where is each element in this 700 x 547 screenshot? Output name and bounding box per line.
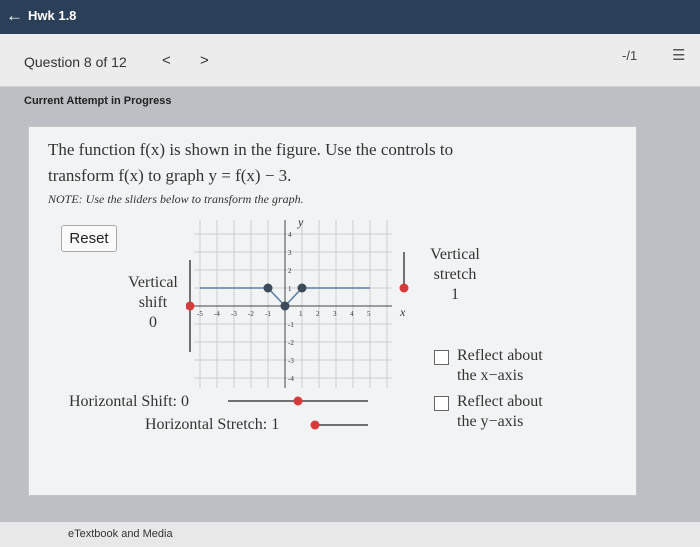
etextbook-link[interactable]: eTextbook and Media bbox=[68, 528, 173, 540]
reset-button[interactable]: Reset bbox=[61, 225, 117, 252]
reflect-x-label2: the x−axis bbox=[457, 367, 524, 384]
question-counter: Question 8 of 12 bbox=[24, 54, 127, 70]
assignment-title: Hwk 1.8 bbox=[28, 8, 77, 23]
x-tick-label: -3 bbox=[231, 310, 237, 318]
x-tick-label: 3 bbox=[333, 310, 337, 318]
horizontal-shift-slider[interactable] bbox=[226, 394, 370, 408]
vertical-stretch-value: 1 bbox=[451, 286, 459, 303]
x-tick-label: -4 bbox=[214, 310, 220, 318]
vertical-stretch-slider-handle[interactable] bbox=[399, 283, 409, 293]
x-tick-label: 2 bbox=[316, 310, 320, 318]
vertical-shift-slider-handle[interactable] bbox=[186, 301, 195, 311]
x-tick-label: 5 bbox=[367, 310, 371, 318]
function-control-point[interactable] bbox=[297, 283, 307, 293]
reflect-y-label: Reflect about bbox=[457, 393, 543, 410]
y-tick-label: -2 bbox=[288, 339, 294, 347]
vertical-shift-label: Vertical bbox=[128, 274, 178, 291]
y-tick-label: -1 bbox=[288, 321, 294, 329]
problem-text-line2: transform f(x) to graph y = f(x) − 3. bbox=[48, 166, 292, 185]
x-tick-label: -1 bbox=[265, 310, 271, 318]
y-tick-label: -4 bbox=[288, 375, 294, 383]
reflect-x-label: Reflect about bbox=[457, 347, 543, 364]
vertical-shift-label2: shift bbox=[138, 294, 168, 311]
top-bar: ← Hwk 1.8 bbox=[0, 0, 700, 34]
arrow-left-icon[interactable]: ← bbox=[6, 6, 23, 26]
problem-text-line1: The function f(x) is shown in the figure… bbox=[48, 140, 454, 159]
horizontal-stretch-slider[interactable] bbox=[308, 418, 370, 432]
horizontal-shift-label: Horizontal Shift: 0 bbox=[69, 393, 189, 410]
problem-note: NOTE: Use the sliders below to transform… bbox=[48, 192, 304, 206]
function-graph: y x -5 -4 -3 -2 -1 1 2 3 4 5 4 3 2 1 -1 -2 -3 -4 bbox=[186, 215, 409, 388]
question-bar: Question 8 of 12 < > -/1 ☰ bbox=[0, 34, 700, 87]
reflect-y-checkbox[interactable] bbox=[434, 396, 449, 411]
y-tick-label: 4 bbox=[288, 231, 292, 239]
attempt-status: Current Attempt in Progress bbox=[24, 95, 172, 107]
vertical-stretch-label: Vertical bbox=[430, 246, 480, 263]
next-question-button[interactable]: > bbox=[200, 52, 209, 69]
y-tick-label: 3 bbox=[288, 249, 292, 257]
y-tick-label: 2 bbox=[288, 267, 292, 275]
prev-question-button[interactable]: < bbox=[162, 52, 171, 69]
footer-bar: eTextbook and Media bbox=[0, 522, 700, 547]
x-axis-label: x bbox=[399, 305, 406, 319]
y-tick-label: -3 bbox=[288, 357, 294, 365]
x-tick-label: 4 bbox=[350, 310, 354, 318]
x-tick-label: -5 bbox=[197, 310, 203, 318]
x-tick-label: -2 bbox=[248, 310, 254, 318]
function-control-point[interactable] bbox=[263, 283, 273, 293]
reflect-y-label2: the y−axis bbox=[457, 413, 524, 430]
horizontal-stretch-slider-handle[interactable] bbox=[310, 420, 320, 430]
horizontal-stretch-label: Horizontal Stretch: 1 bbox=[145, 416, 280, 433]
horizontal-shift-slider-handle[interactable] bbox=[293, 396, 303, 406]
vertical-shift-value: 0 bbox=[149, 314, 157, 331]
x-tick-label: 1 bbox=[299, 310, 303, 318]
y-axis-label: y bbox=[297, 215, 304, 229]
vertical-stretch-label2: stretch bbox=[433, 266, 477, 283]
list-icon[interactable]: ☰ bbox=[672, 46, 685, 64]
function-control-point[interactable] bbox=[280, 301, 290, 311]
reflect-x-checkbox[interactable] bbox=[434, 350, 449, 365]
y-tick-label: 1 bbox=[288, 285, 292, 293]
score-display: -/1 bbox=[622, 48, 638, 63]
